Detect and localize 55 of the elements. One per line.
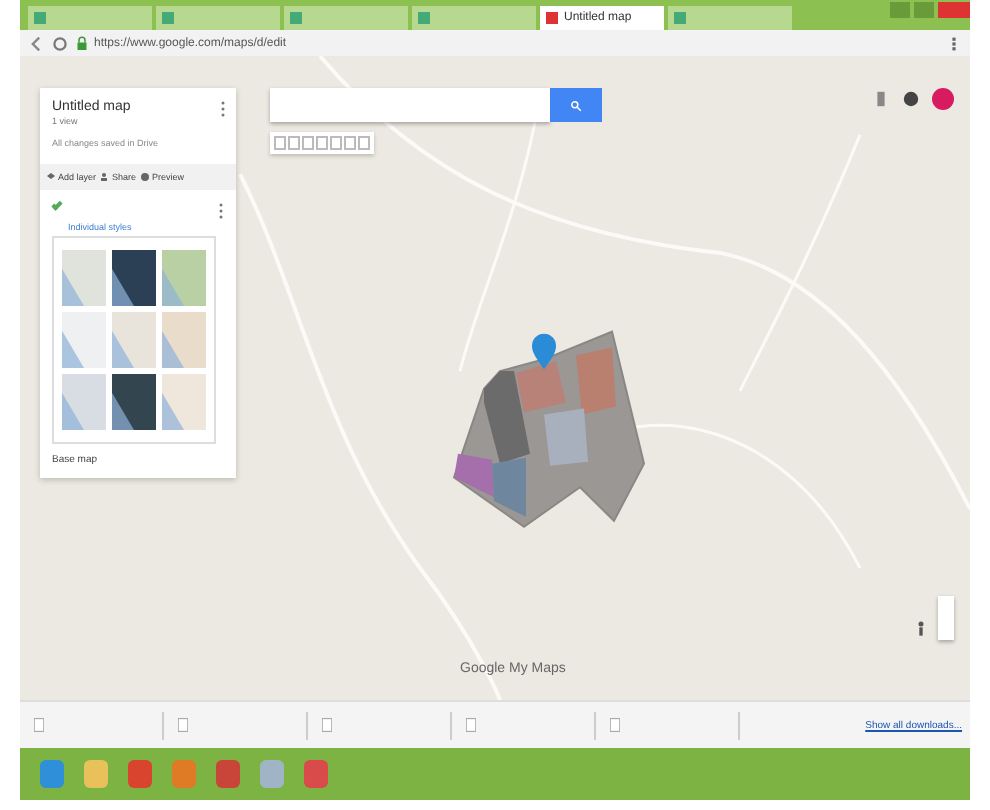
- pegman-icon[interactable]: [916, 620, 926, 638]
- close-button[interactable]: [938, 2, 970, 18]
- download-item[interactable]: [604, 711, 740, 739]
- map-polygon[interactable]: [492, 457, 526, 517]
- taskbar-app-icon[interactable]: [216, 760, 240, 788]
- base-map-thumbnail[interactable]: [112, 250, 156, 306]
- base-map-thumbnail[interactable]: [62, 374, 106, 430]
- file-icon: [322, 718, 332, 732]
- back-icon[interactable]: [28, 35, 44, 51]
- person-icon: [100, 172, 111, 182]
- taskbar-app-icon[interactable]: [40, 760, 64, 788]
- base-map-thumbnail[interactable]: [62, 250, 106, 306]
- browser-tab[interactable]: [156, 6, 280, 30]
- download-item[interactable]: [28, 711, 164, 739]
- maximize-button[interactable]: [914, 2, 934, 18]
- taskbar-app-icon[interactable]: [128, 760, 152, 788]
- base-map-thumbnail[interactable]: [112, 374, 156, 430]
- layer-checkbox[interactable]: [51, 199, 63, 211]
- map-polygon[interactable]: [516, 361, 566, 413]
- browser-tab[interactable]: [28, 6, 152, 30]
- file-icon: [610, 718, 620, 732]
- lock-icon: [76, 35, 88, 51]
- more-icon[interactable]: [220, 100, 226, 118]
- download-item[interactable]: [460, 711, 596, 739]
- base-map-thumbnail[interactable]: [112, 312, 156, 368]
- file-icon: [466, 718, 476, 732]
- taskbar-app-icon[interactable]: [304, 760, 328, 788]
- reload-icon[interactable]: [52, 35, 68, 51]
- notifications-icon[interactable]: [902, 90, 920, 108]
- download-item[interactable]: [172, 711, 308, 739]
- minimize-button[interactable]: [890, 2, 910, 18]
- map-polygon[interactable]: [484, 371, 530, 464]
- taskbar-app-icon[interactable]: [172, 760, 196, 788]
- zoom-control[interactable]: [938, 596, 954, 640]
- taskbar-app-icon[interactable]: [84, 760, 108, 788]
- preview-icon: [140, 172, 151, 182]
- map-polygon[interactable]: [454, 453, 494, 498]
- base-map-thumbnail[interactable]: [162, 374, 206, 430]
- search-button[interactable]: [550, 88, 602, 122]
- base-map-thumbnail[interactable]: [162, 312, 206, 368]
- base-map-thumbnail[interactable]: [62, 312, 106, 368]
- taskbar-app-icon[interactable]: [260, 760, 284, 788]
- browser-tab[interactable]: [284, 6, 408, 30]
- layers-icon: [46, 172, 56, 182]
- browser-tab[interactable]: [412, 6, 536, 30]
- file-icon: [34, 718, 44, 732]
- browser-tab[interactable]: [668, 6, 792, 30]
- base-map-thumbnail[interactable]: [162, 250, 206, 306]
- search-field[interactable]: [270, 88, 550, 122]
- file-icon: [178, 718, 188, 732]
- search-icon: [570, 99, 582, 111]
- download-item[interactable]: [316, 711, 452, 739]
- menu-icon[interactable]: [946, 35, 962, 51]
- more-icon[interactable]: [218, 202, 224, 220]
- map-pin-icon[interactable]: [532, 333, 556, 370]
